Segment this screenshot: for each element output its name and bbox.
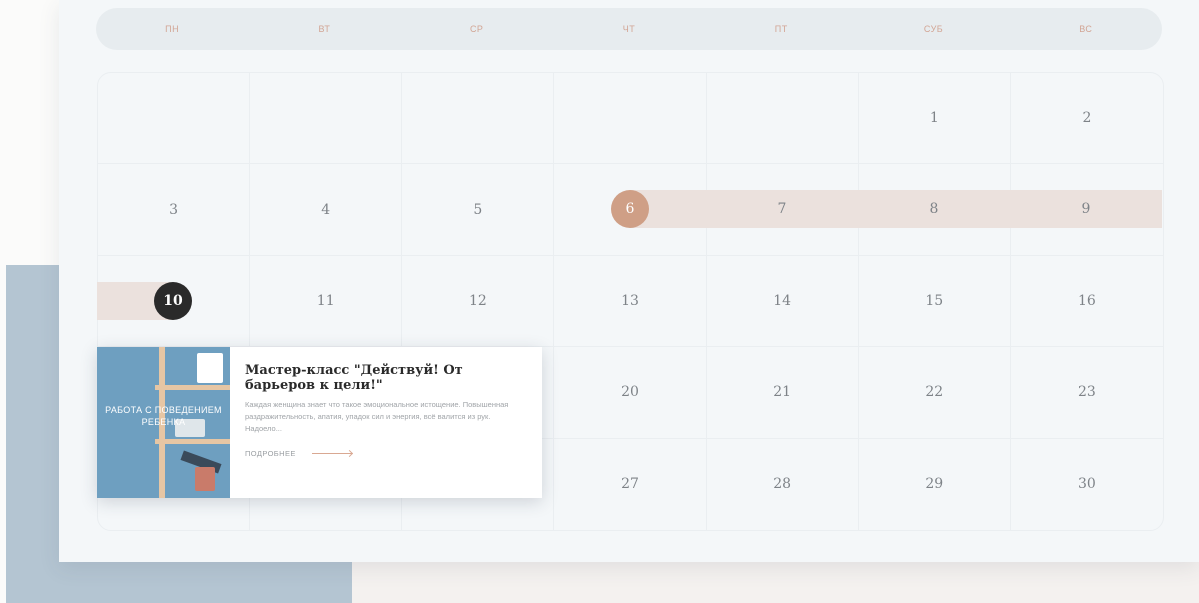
day-cell[interactable]: 2 bbox=[1010, 73, 1163, 165]
thumbnail-object bbox=[195, 467, 215, 491]
day-cell[interactable]: 15 bbox=[858, 255, 1011, 348]
day-cell[interactable]: 3 bbox=[98, 164, 251, 256]
page: ПН ВТ СР ЧТ ПТ СУБ ВС 1 2 3 4 5 11 12 13… bbox=[0, 0, 1199, 603]
day-cell bbox=[706, 73, 859, 165]
day-cell[interactable]: 4 bbox=[250, 164, 403, 256]
weekday-sun: ВС bbox=[1079, 24, 1093, 34]
day-cell[interactable]: 30 bbox=[1011, 439, 1163, 530]
day-cell[interactable]: 29 bbox=[859, 438, 1011, 530]
day-cell[interactable]: 20 bbox=[554, 347, 707, 439]
day-number: 9 bbox=[1081, 201, 1091, 217]
day-cell[interactable]: 5 bbox=[402, 164, 555, 256]
event-more-link[interactable]: ПОДРОБНЕЕ bbox=[245, 449, 528, 458]
day-number: 8 bbox=[929, 201, 939, 217]
background-block-light bbox=[352, 560, 1199, 603]
day-number: 7 bbox=[777, 201, 787, 217]
day-cell[interactable]: 21 bbox=[706, 347, 859, 439]
day-cell[interactable]: 28 bbox=[707, 438, 859, 530]
day-cell bbox=[250, 73, 403, 165]
day-cell bbox=[402, 73, 555, 165]
day-cell[interactable]: 1 bbox=[858, 73, 1011, 165]
weekday-thu: ЧТ bbox=[622, 24, 636, 34]
weekday-fri: ПТ bbox=[774, 24, 788, 34]
weekday-header: ПН ВТ СР ЧТ ПТ СУБ ВС bbox=[96, 8, 1162, 50]
thumbnail-shelf bbox=[155, 385, 230, 390]
thumbnail-caption: РАБОТА С ПОВЕДЕНИЕМ РЕБЕНКА bbox=[105, 405, 222, 427]
event-card[interactable]: РАБОТА С ПОВЕДЕНИЕМ РЕБЕНКА Мастер-класс… bbox=[97, 347, 542, 498]
event-title[interactable]: Мастер-класс "Действуй! От барьеров к це… bbox=[245, 363, 528, 393]
event-body: Мастер-класс "Действуй! От барьеров к це… bbox=[230, 347, 542, 498]
more-link-label[interactable]: ПОДРОБНЕЕ bbox=[245, 449, 296, 458]
weekday-tue: ВТ bbox=[318, 24, 331, 34]
day-cell bbox=[98, 73, 251, 165]
day-cell[interactable]: 13 bbox=[554, 255, 707, 348]
day-cell bbox=[554, 73, 707, 165]
arrow-right-icon[interactable] bbox=[311, 453, 352, 454]
day-cell[interactable]: 12 bbox=[402, 255, 555, 348]
weekday-mon: ПН bbox=[165, 24, 180, 34]
day-cell[interactable]: 27 bbox=[554, 438, 707, 530]
thumbnail-object bbox=[197, 353, 223, 383]
thumbnail-shelf bbox=[155, 439, 230, 444]
event-description: Каждая женщина знает что такое эмоционал… bbox=[245, 400, 509, 433]
event-thumbnail[interactable]: РАБОТА С ПОВЕДЕНИЕМ РЕБЕНКА bbox=[97, 347, 230, 498]
today-day-marker[interactable]: 10 bbox=[154, 282, 192, 320]
day-cell[interactable]: 11 bbox=[250, 255, 403, 348]
day-cell[interactable]: 23 bbox=[1010, 347, 1163, 439]
event-start-day-marker[interactable]: 6 bbox=[611, 190, 649, 228]
weekday-sat: СУБ bbox=[923, 24, 944, 34]
day-cell[interactable]: 14 bbox=[706, 255, 859, 348]
day-cell[interactable]: 22 bbox=[858, 347, 1011, 439]
weekday-wed: СР bbox=[469, 24, 484, 34]
day-cell[interactable]: 16 bbox=[1010, 256, 1163, 348]
